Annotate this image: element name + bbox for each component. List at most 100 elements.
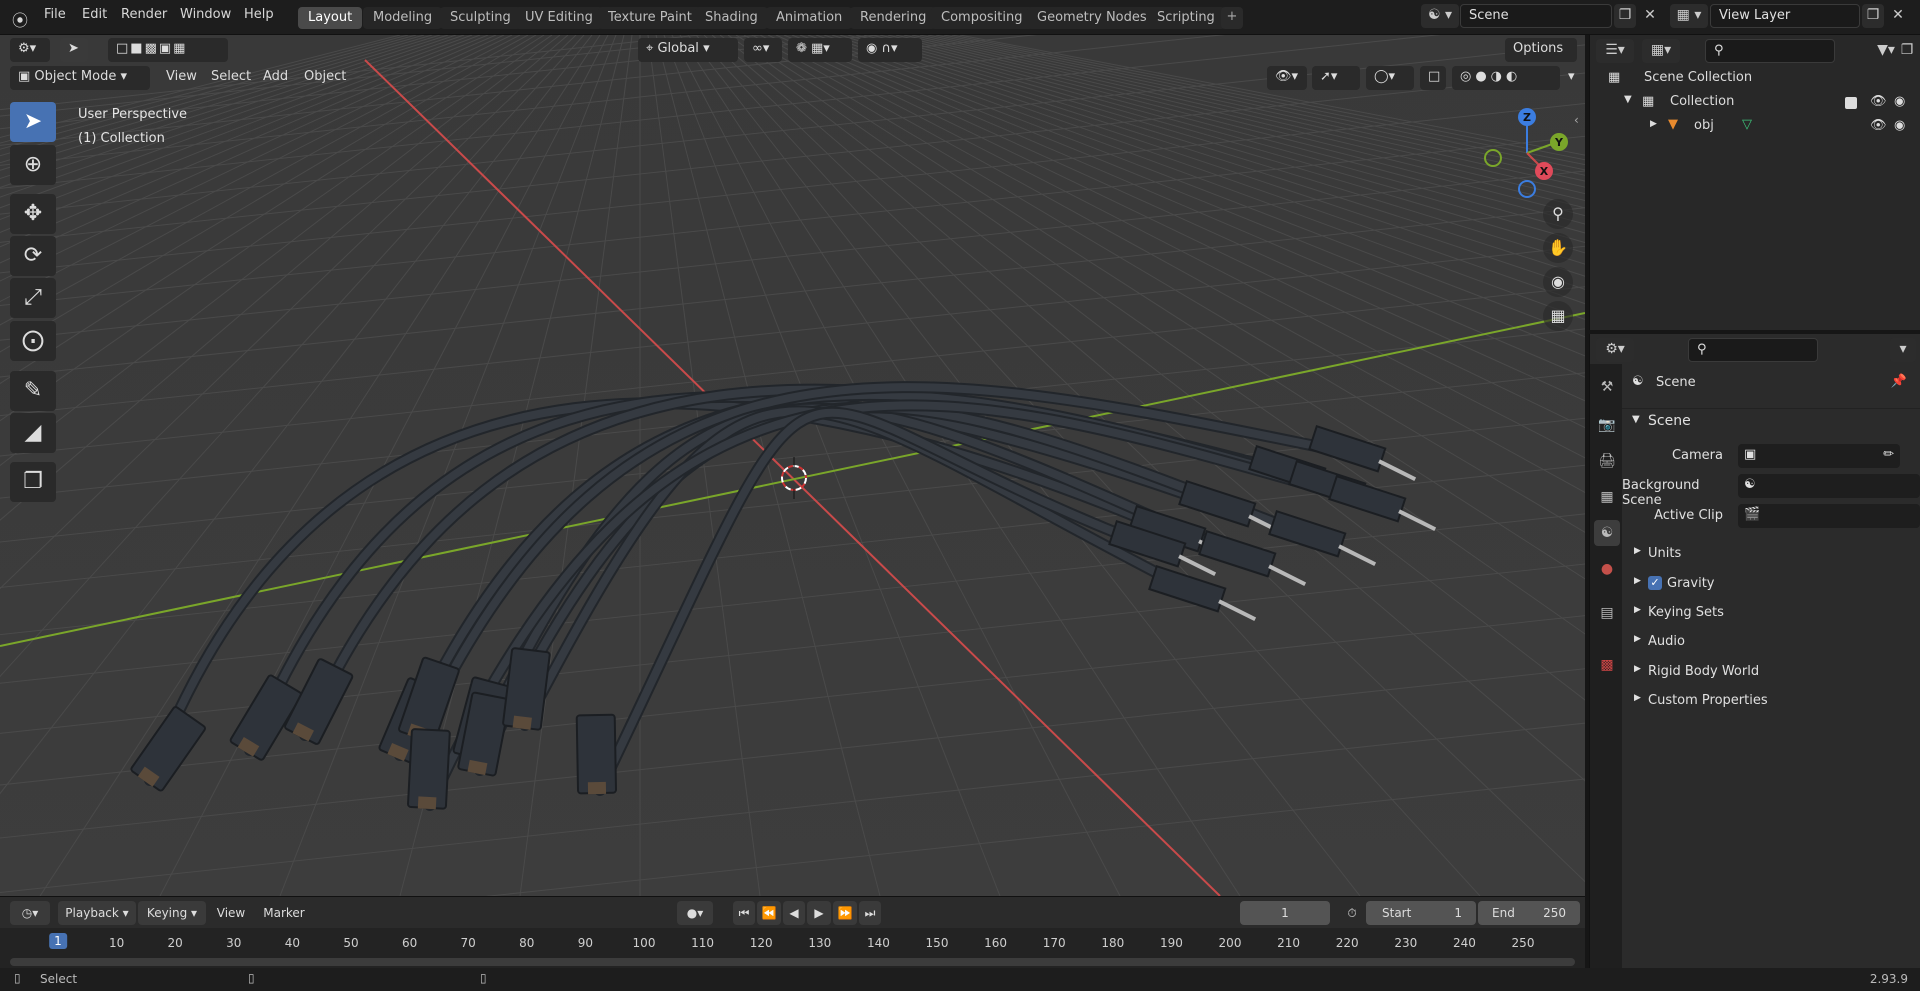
delete-view-layer-icon[interactable]: ✕ — [1888, 4, 1908, 28]
tab-uv-editing[interactable]: UV Editing — [515, 7, 603, 29]
scene-tab-icon[interactable]: ☯ — [1594, 520, 1620, 546]
jump-end-icon[interactable]: ⏭ — [859, 901, 881, 925]
custom-properties-section[interactable]: ▶ Custom Properties — [1622, 689, 1920, 713]
new-view-layer-icon[interactable]: ❐ — [1862, 4, 1884, 28]
menu-window[interactable]: Window — [180, 7, 231, 22]
world-tab-icon[interactable]: ● — [1594, 556, 1620, 582]
jump-prev-keyframe-icon[interactable]: ⏪ — [757, 901, 781, 925]
view-layer-field[interactable]: View Layer — [1710, 4, 1860, 28]
move-tool-icon[interactable]: ✥ — [10, 194, 56, 234]
pin-icon[interactable]: 📌 — [1891, 374, 1907, 389]
audio-expand-icon[interactable]: ▶ — [1634, 634, 1641, 644]
active-clip-field[interactable]: 🎬 — [1738, 504, 1920, 528]
keying-sets-section[interactable]: ▶ Keying Sets — [1622, 601, 1920, 625]
tab-scripting[interactable]: Scripting — [1147, 7, 1225, 29]
gizmo-toggle-icon[interactable]: ➚▾ — [1312, 66, 1360, 90]
properties-options-icon[interactable]: ▾ — [1890, 338, 1916, 362]
tab-rendering[interactable]: Rendering — [850, 7, 937, 29]
background-scene-field[interactable]: ☯ — [1738, 474, 1920, 498]
units-expand-icon[interactable]: ▶ — [1634, 546, 1641, 556]
playback-menu[interactable]: Playback ▾ — [58, 901, 136, 925]
perspective-toggle-icon[interactable]: ▦ — [1543, 301, 1573, 331]
menu-edit[interactable]: Edit — [82, 7, 107, 22]
xray-toggle-icon[interactable]: □ — [1420, 66, 1446, 90]
new-scene-icon[interactable]: ❐ — [1614, 4, 1636, 28]
rotate-tool-icon[interactable]: ⟳ — [10, 236, 56, 276]
pan-hand-icon[interactable]: ✋ — [1543, 233, 1573, 263]
rigid-body-world-section[interactable]: ▶ Rigid Body World — [1622, 660, 1920, 684]
tab-texture-paint[interactable]: Texture Paint — [598, 7, 702, 29]
scale-tool-icon[interactable]: ⤢ — [10, 278, 56, 318]
menu-object[interactable]: Object — [296, 66, 354, 90]
annotate-tool-icon[interactable]: ✎ — [10, 371, 56, 411]
scene-panel-collapse-icon[interactable]: ▼ — [1632, 414, 1640, 425]
scene-name-field[interactable]: Scene — [1460, 4, 1612, 28]
menu-render[interactable]: Render — [121, 7, 167, 22]
collection-exclude-checkbox[interactable] — [1845, 97, 1857, 109]
options-dropdown[interactable]: Options — [1505, 38, 1577, 62]
view-layer-tab-icon[interactable]: ▦ — [1594, 484, 1620, 510]
menu-file[interactable]: File — [44, 7, 66, 22]
menu-view[interactable]: View — [158, 66, 205, 90]
tab-sculpting[interactable]: Sculpting — [440, 7, 521, 29]
gravity-section[interactable]: ▶ ✓ Gravity — [1622, 572, 1920, 596]
outliner-collection-row[interactable]: ▼ ▦ Collection 👁 ◉ — [1590, 91, 1920, 115]
collection-visibility-eye-icon[interactable]: 👁 — [1870, 94, 1887, 109]
menu-help[interactable]: Help — [244, 7, 274, 22]
tab-modeling[interactable]: Modeling — [363, 7, 443, 29]
outliner-search-input[interactable]: ⚲ — [1705, 39, 1835, 63]
keying-menu[interactable]: Keying ▾ — [138, 901, 206, 925]
mode-dropdown[interactable]: ▣ Object Mode ▾ — [10, 66, 150, 90]
selection-mode-icons[interactable]: □■▩▣▦ — [108, 38, 228, 62]
outliner-scene-collection-row[interactable]: ▦ Scene Collection — [1590, 67, 1920, 91]
tab-compositing[interactable]: Compositing — [931, 7, 1033, 29]
timeline-editor-type-icon[interactable]: ◷▾ — [10, 901, 50, 925]
view-layer-selector-icon[interactable]: ▦ ▾ — [1670, 4, 1708, 28]
tab-layout[interactable]: Layout — [298, 7, 363, 29]
auto-keying-icon[interactable]: ●▾ — [677, 901, 713, 925]
menu-add[interactable]: Add — [255, 66, 296, 90]
timeline-ruler[interactable]: 1 10 20 30 40 50 60 70 80 90 100 110 120 130 140 150 160… — [0, 928, 1585, 972]
3d-viewport[interactable]: ⚙▾ ➤ □■▩▣▦ ⌖ Global ▾ ∞▾ ❁ ▦▾ ◉ ∩▾ Optio… — [0, 35, 1585, 896]
menu-select[interactable]: Select — [203, 66, 259, 90]
visibility-toggle-icon[interactable]: 👁▾ — [1267, 66, 1307, 90]
sidebar-toggle-icon[interactable]: ‹ — [1574, 113, 1579, 127]
render-tab-icon[interactable]: 📷 — [1594, 412, 1620, 438]
keying-sets-expand-icon[interactable]: ▶ — [1634, 605, 1641, 615]
preview-range-icon[interactable]: ⏱ — [1340, 901, 1364, 925]
jump-next-keyframe-icon[interactable]: ⏩ — [833, 901, 857, 925]
marker-menu[interactable]: Marker — [256, 901, 312, 925]
scene-selector-icon[interactable]: ☯ ▾ — [1421, 4, 1459, 28]
tab-geometry-nodes[interactable]: Geometry Nodes — [1027, 7, 1157, 29]
play-reverse-icon[interactable]: ◀ — [783, 901, 805, 925]
units-section[interactable]: ▶ Units — [1622, 542, 1920, 566]
tab-shading[interactable]: Shading — [695, 7, 768, 29]
collection-render-camera-icon[interactable]: ◉ — [1894, 94, 1905, 109]
gravity-checkbox[interactable]: ✓ — [1648, 576, 1662, 590]
jump-start-icon[interactable]: ⏮ — [733, 901, 755, 925]
outliner-editor-type-icon[interactable]: ☰▾ — [1596, 39, 1634, 63]
start-frame-field[interactable]: Start 1 — [1366, 901, 1476, 925]
display-mode-icon[interactable]: ▦▾ — [1642, 39, 1680, 63]
expand-collection-icon[interactable]: ▼ — [1624, 94, 1632, 105]
texture-tab-icon[interactable]: ▩ — [1594, 652, 1620, 678]
timeline-view-menu[interactable]: View — [210, 901, 252, 925]
collection-tab-icon[interactable]: ▤ — [1594, 600, 1620, 626]
delete-scene-icon[interactable]: ✕ — [1640, 4, 1660, 28]
eyedropper-icon[interactable]: ✏ — [1883, 447, 1894, 462]
object-render-camera-icon[interactable]: ◉ — [1894, 118, 1905, 133]
timeline-scrollbar[interactable] — [10, 958, 1575, 966]
end-frame-field[interactable]: End 250 — [1478, 901, 1580, 925]
tool-tab-icon[interactable]: ⚒ — [1594, 374, 1620, 400]
expand-object-icon[interactable]: ▶ — [1650, 119, 1657, 129]
select-box-tool-icon[interactable]: ➤ — [10, 102, 56, 142]
cursor-tool-icon[interactable]: ⊕ — [10, 145, 56, 185]
camera-field[interactable]: ▣ ✏ — [1738, 444, 1900, 468]
properties-editor-type-icon[interactable]: ⚙▾ — [1596, 338, 1634, 362]
zoom-icon[interactable]: ⚲ — [1543, 199, 1573, 229]
transform-orientation-dropdown[interactable]: ⌖ Global ▾ — [638, 38, 738, 62]
gravity-expand-icon[interactable]: ▶ — [1634, 576, 1641, 586]
new-collection-icon[interactable]: ❐ — [1894, 39, 1920, 63]
current-frame-field[interactable]: 1 — [1240, 901, 1330, 925]
output-tab-icon[interactable]: 🖨 — [1594, 448, 1620, 474]
